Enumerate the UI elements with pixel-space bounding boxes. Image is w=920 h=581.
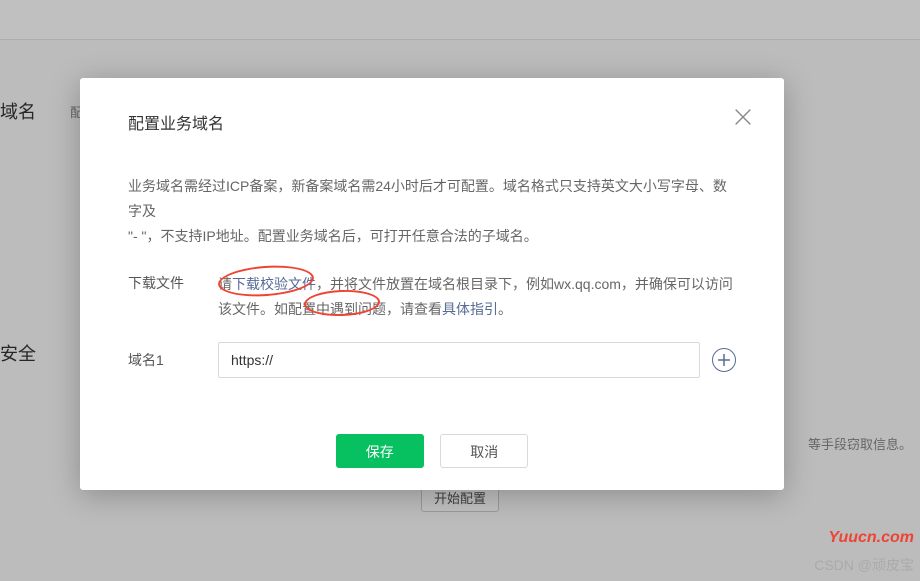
watermark-csdn: CSDN @顽皮宝	[814, 555, 914, 575]
add-domain-button[interactable]	[712, 348, 736, 372]
modal-title: 配置业务域名	[128, 110, 736, 134]
close-icon[interactable]	[732, 106, 754, 133]
download-verify-file-link[interactable]: 下载校验文件	[232, 276, 316, 292]
config-domain-modal: 配置业务域名 业务域名需经过ICP备案，新备案域名需24小时后才可配置。域名格式…	[80, 78, 784, 490]
notice-line2: "- "，不支持IP地址。配置业务域名后，可打开任意合法的子域名。	[128, 228, 538, 244]
guide-link[interactable]: 具体指引	[442, 301, 498, 317]
watermark-yuucn: Yuucn.com	[828, 529, 914, 547]
download-row: 下载文件 请下载校验文件，并将文件放置在域名根目录下，例如wx.qq.com，并…	[128, 272, 736, 322]
download-body: 请下载校验文件，并将文件放置在域名根目录下，例如wx.qq.com，并确保可以访…	[218, 272, 736, 322]
notice-text: 业务域名需经过ICP备案，新备案域名需24小时后才可配置。域名格式只支持英文大小…	[128, 174, 736, 250]
download-label: 下载文件	[128, 272, 218, 322]
notice-line1: 业务域名需经过ICP备案，新备案域名需24小时后才可配置。域名格式只支持英文大小…	[128, 178, 727, 219]
download-post: 。	[498, 301, 512, 317]
download-pre: 请	[218, 276, 232, 292]
domain-label: 域名1	[128, 349, 218, 370]
modal-footer: 保存 取消	[80, 434, 784, 468]
domain-input-row: 域名1	[128, 342, 736, 378]
plus-icon	[718, 354, 730, 366]
cancel-button[interactable]: 取消	[440, 434, 528, 468]
domain-input[interactable]	[218, 342, 700, 378]
save-button[interactable]: 保存	[336, 434, 424, 468]
